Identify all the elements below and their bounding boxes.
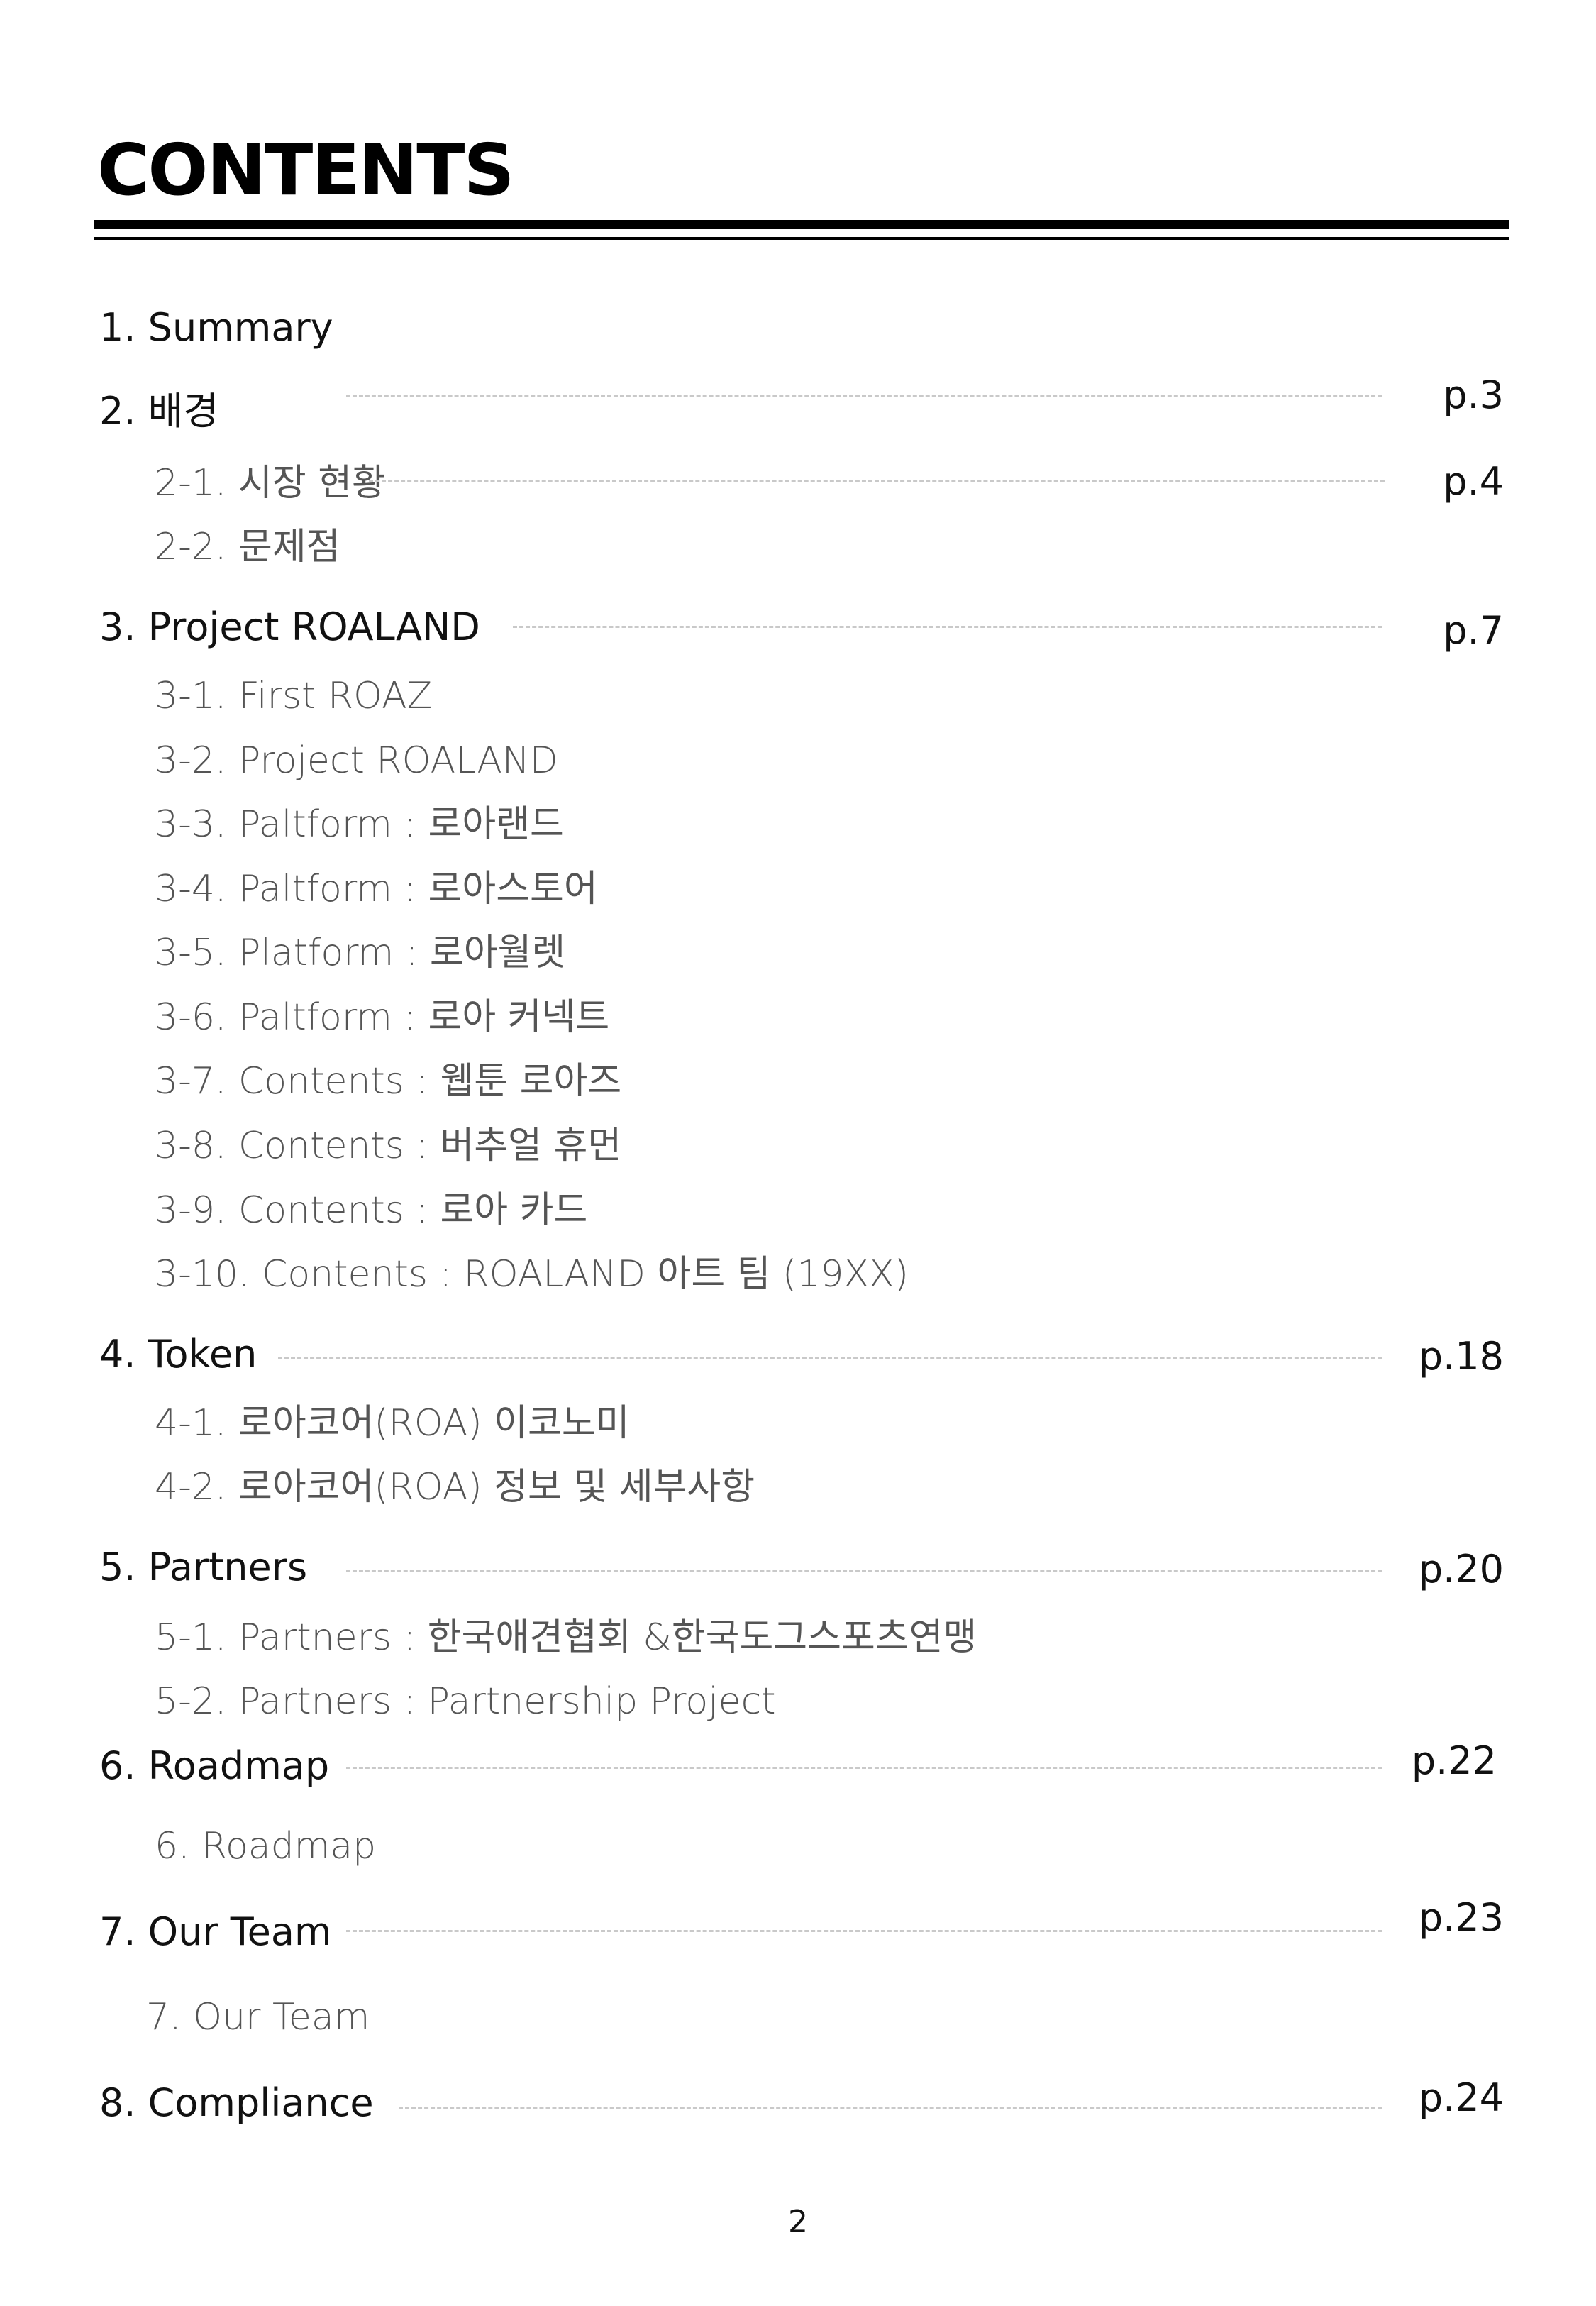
toc-page-token: p.18 (1418, 1334, 1504, 1379)
toc-page-partners: p.20 (1418, 1547, 1504, 1591)
toc-subentry[interactable]: 5-2. Partners : Partnership Project (155, 1683, 776, 1720)
toc-entry-compliance[interactable]: 8. Compliance (99, 2084, 374, 2122)
toc-entry-our-team[interactable]: 7. Our Team (99, 1913, 332, 1951)
toc-subentry[interactable]: 3-10. Contents : ROALAND 아트 팀 (19XX) (155, 1256, 909, 1293)
toc-subentry[interactable]: 4-2. 로아코어(ROA) 정보 및 세부사항 (155, 1469, 755, 1506)
dot-leader (346, 395, 1382, 397)
toc-entry-background[interactable]: 2. 배경 (99, 392, 218, 431)
toc-page-our-team: p.23 (1418, 1895, 1504, 1940)
toc-subentry-market[interactable]: 2-1. 시장 현황 (155, 465, 386, 502)
title-rule-thin (94, 237, 1509, 240)
toc-subentry[interactable]: 6. Roadmap (155, 1828, 376, 1865)
dot-leader (346, 1570, 1382, 1572)
page-title: CONTENTS (97, 128, 515, 211)
toc-page-market: p.4 (1443, 459, 1504, 504)
toc-subentry[interactable]: 7. Our Team (146, 1999, 370, 2036)
toc-page-compliance: p.24 (1418, 2075, 1504, 2120)
toc-entry-summary[interactable]: 1. Summary (99, 309, 333, 347)
page-number: 2 (788, 2204, 808, 2240)
toc-entry-token[interactable]: 4. Token (99, 1335, 257, 1374)
dot-leader (346, 1930, 1382, 1932)
toc-subentry[interactable]: 3-4. Paltform : 로아스토어 (155, 871, 598, 907)
toc-subentry[interactable]: 3-3. Paltform : 로아랜드 (155, 806, 564, 843)
toc-subentry[interactable]: 4-1. 로아코어(ROA) 이코노미 (155, 1405, 630, 1442)
title-rule-thick (94, 220, 1509, 229)
toc-entry-partners[interactable]: 5. Partners (99, 1548, 307, 1587)
toc-subentry-problems[interactable]: 2-2. 문제점 (155, 529, 340, 566)
toc-subentry[interactable]: 3-7. Contents : 웹툰 로아즈 (155, 1063, 621, 1100)
toc-entry-roadmap[interactable]: 6. Roadmap (99, 1747, 329, 1785)
dot-leader (278, 1357, 1382, 1359)
dot-leader (513, 626, 1382, 628)
toc-subentry[interactable]: 3-1. First ROAZ (155, 678, 432, 715)
dot-leader (346, 1767, 1382, 1769)
toc-subentry[interactable]: 3-6. Paltform : 로아 커넥트 (155, 999, 609, 1036)
toc-subentry[interactable]: 3-9. Contents : 로아 카드 (155, 1192, 587, 1229)
toc-subentry[interactable]: 3-5. Platform : 로아월렛 (155, 934, 565, 971)
dot-leader (399, 2107, 1382, 2109)
toc-subentry[interactable]: 3-8. Contents : 버추얼 휴먼 (155, 1127, 621, 1164)
toc-subentry[interactable]: 5-1. Partners : 한국애견협회 &한국도그스포츠연맹 (155, 1619, 977, 1656)
dot-leader (369, 480, 1385, 482)
toc-page-background: p.3 (1443, 373, 1504, 417)
toc-page-roadmap: p.22 (1411, 1738, 1497, 1783)
toc-page-project-roaland: p.7 (1443, 608, 1504, 653)
toc-entry-project-roaland[interactable]: 3. Project ROALAND (99, 608, 480, 646)
toc-subentry[interactable]: 3-2. Project ROALAND (155, 742, 558, 779)
